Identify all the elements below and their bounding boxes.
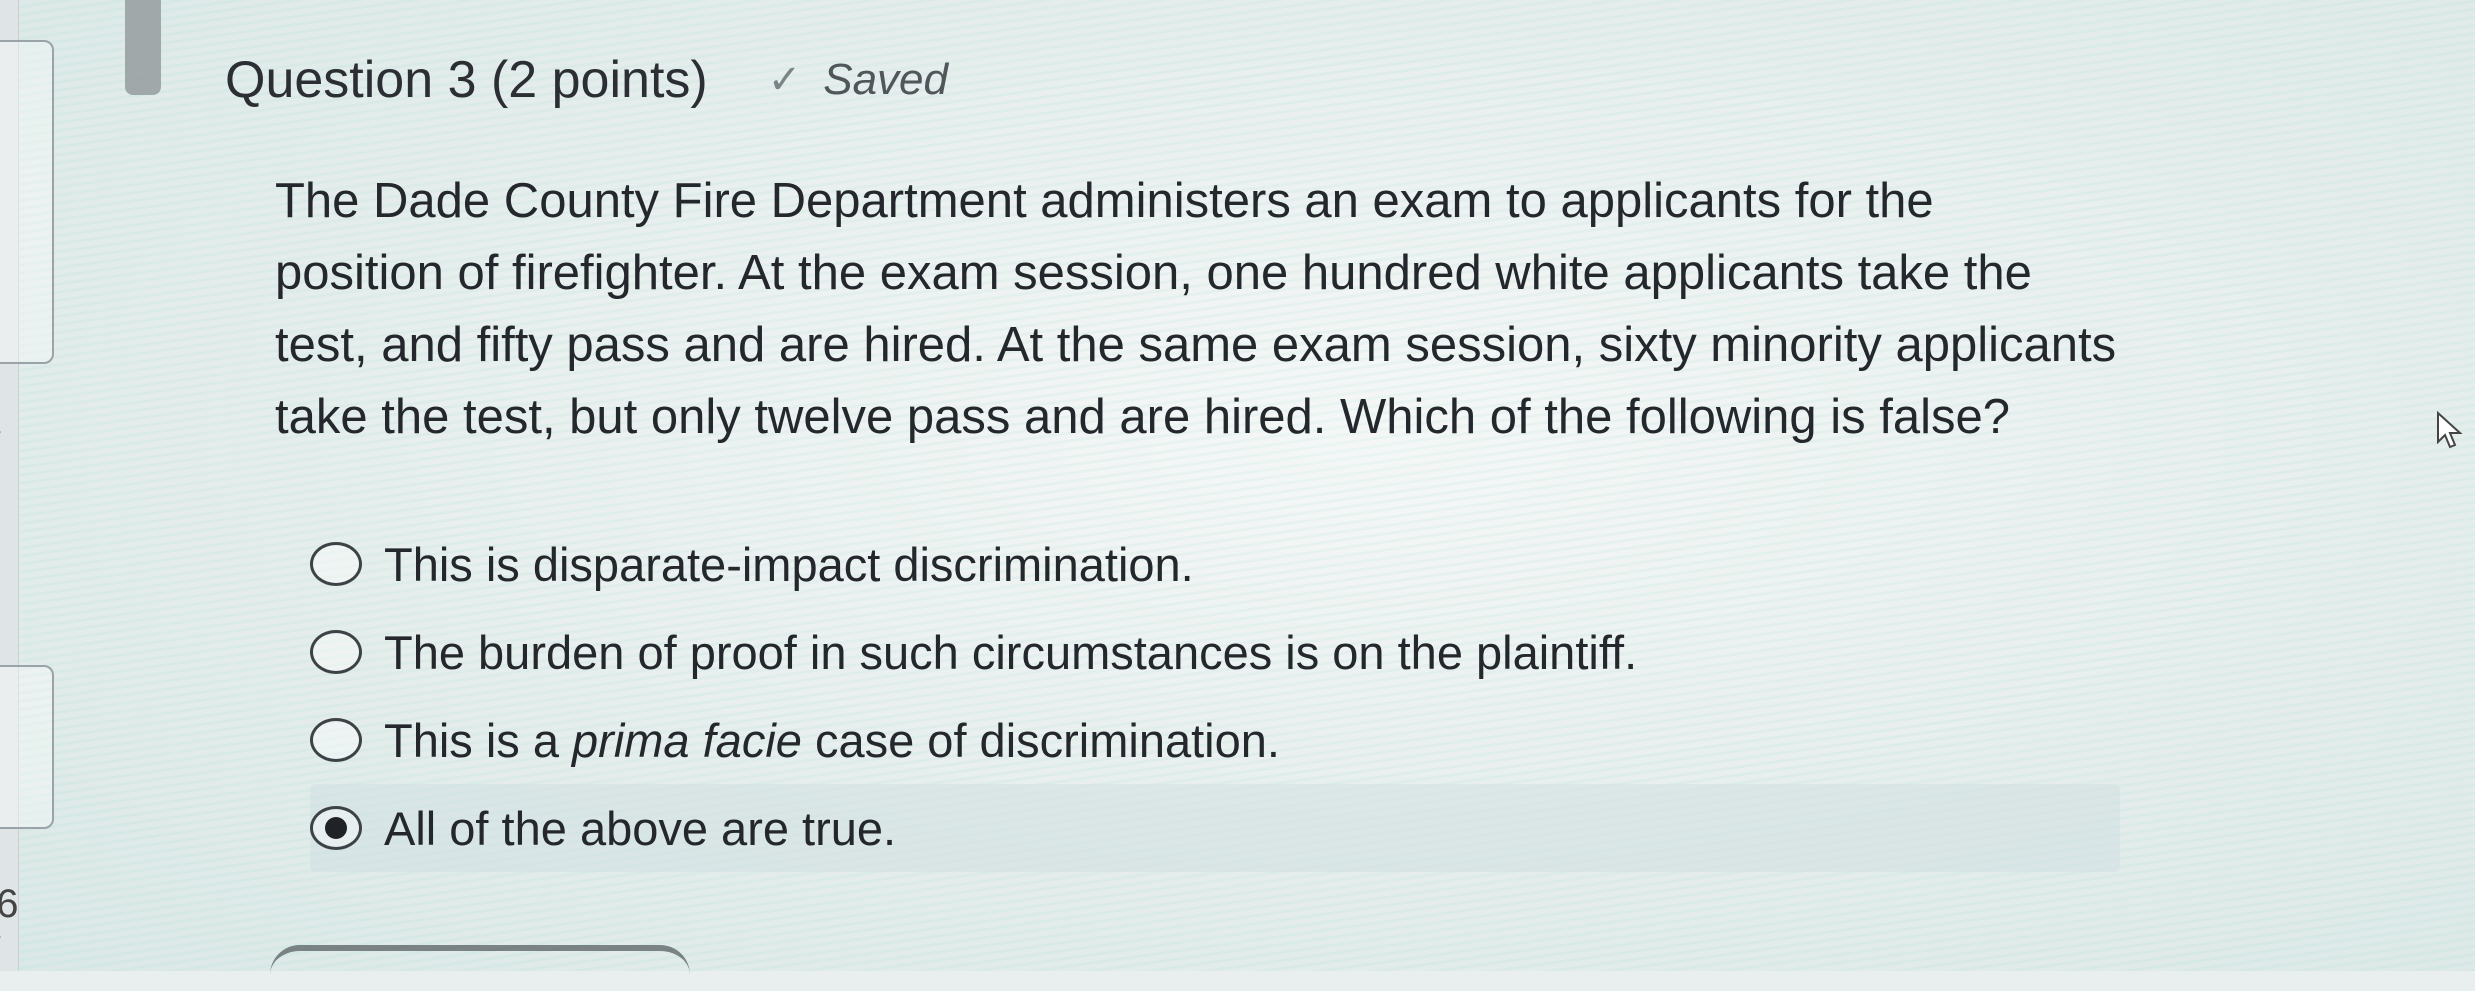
scrollbar-thumb[interactable] (125, 0, 161, 95)
radio-button[interactable] (310, 542, 362, 586)
answer-option-2[interactable]: The burden of proof in such circumstance… (310, 608, 2120, 696)
question-nav-number: 16 (0, 882, 19, 926)
question-stem: The Dade County Fire Department administ… (275, 165, 2215, 453)
question-stem-line: position of firefighter. At the exam ses… (275, 246, 2032, 300)
question-title: Question 3 (2 points) (225, 51, 708, 109)
question-nav-card-3[interactable]: 3 ✓ (0, 40, 54, 461)
saved-status-text: Saved (823, 55, 948, 104)
question-header: Question 3 (2 points) ✓ Saved (225, 50, 948, 110)
answer-option-label-italic: prima facie (572, 713, 802, 767)
question-stem-line: take the test, but only twelve pass and … (275, 390, 2011, 444)
answer-option-label: All of the above are true. (384, 801, 897, 855)
answer-option-3[interactable]: This is a prima facie case of discrimina… (310, 696, 2120, 784)
radio-button[interactable] (310, 718, 362, 762)
saved-status: ✓ Saved (768, 55, 948, 105)
check-icon: ✓ (0, 422, 7, 462)
answer-option-label-part: case of discrimination. (801, 713, 1280, 767)
check-icon: ✓ (0, 927, 7, 967)
answer-option-label: This is disparate-impact discrimination. (384, 537, 1194, 591)
answer-option-label-part: This is a (384, 713, 573, 767)
question-stem-line: The Dade County Fire Department administ… (275, 174, 1934, 228)
question-nav-card-16[interactable]: 16 ✓ (0, 665, 54, 966)
mouse-pointer-icon (2437, 410, 2463, 449)
next-question-header-partial (270, 945, 690, 991)
answer-option-1[interactable]: This is disparate-impact discrimination. (310, 520, 2120, 608)
question-stem-line: test, and fifty pass and are hired. At t… (275, 318, 2117, 372)
radio-button[interactable] (310, 630, 362, 674)
radio-button-selected[interactable] (310, 806, 362, 850)
answer-option-4[interactable]: All of the above are true. (310, 784, 2120, 872)
answer-option-label: This is a prima facie case of discrimina… (384, 713, 1280, 768)
answer-options: This is disparate-impact discrimination.… (310, 520, 2120, 872)
answer-option-label: The burden of proof in such circumstance… (384, 625, 1638, 679)
check-icon: ✓ (767, 58, 802, 102)
radio-dot-icon (325, 817, 347, 839)
